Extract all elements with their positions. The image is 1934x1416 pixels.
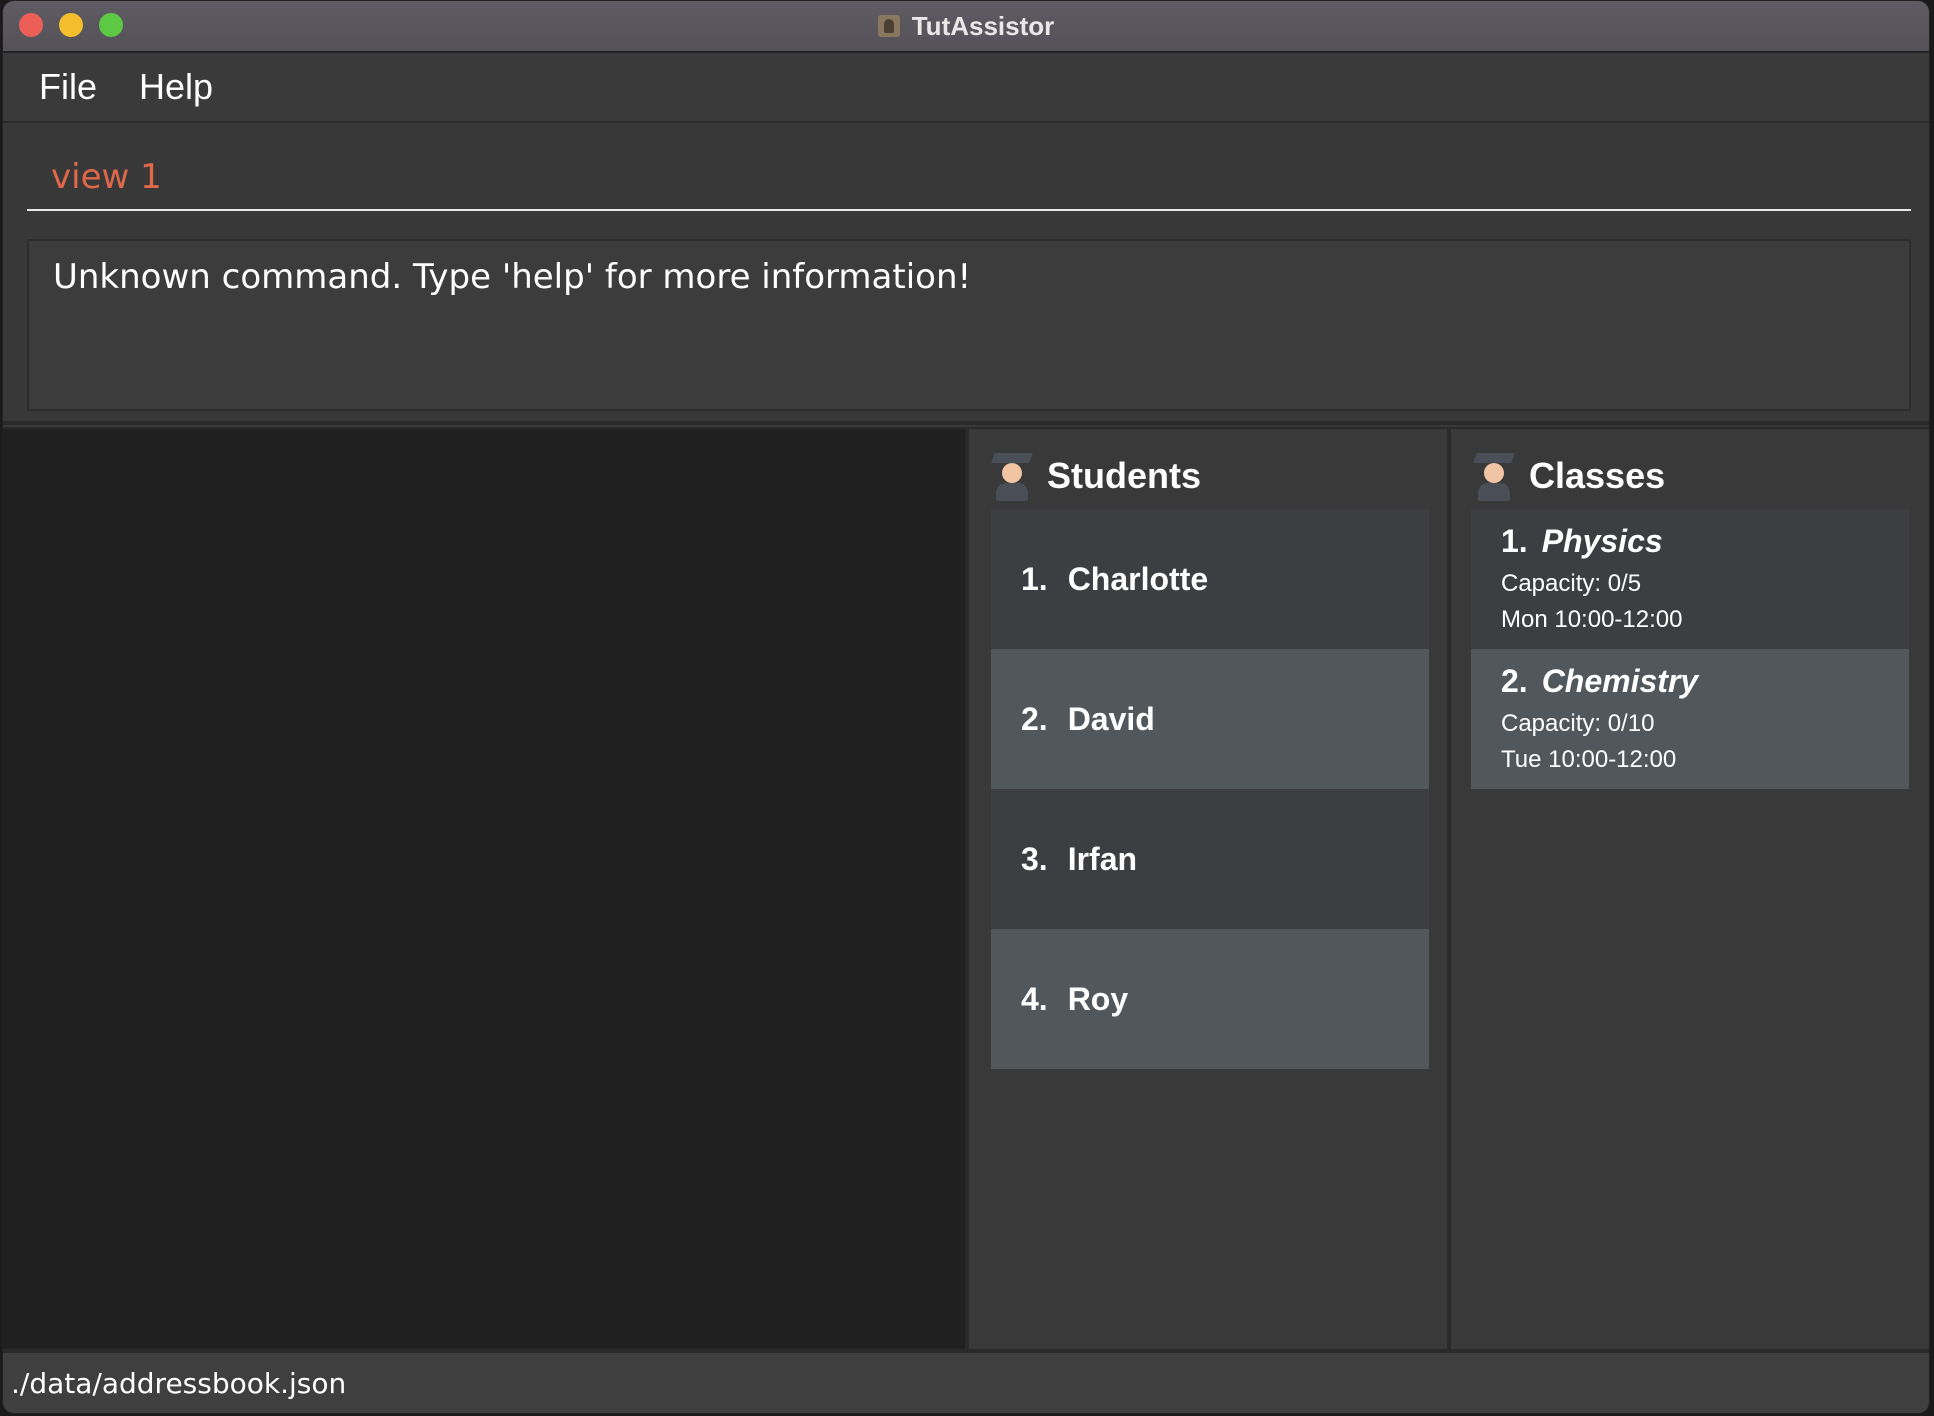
student-name: Irfan <box>1067 840 1138 877</box>
class-index: 2. <box>1501 663 1528 699</box>
classes-title: Classes <box>1529 455 1666 496</box>
student-index: 4. <box>1021 980 1048 1017</box>
main-content: Students 1. Charlotte 2. David 3. Irfan … <box>3 427 1929 1351</box>
class-time: Tue 10:00-12:00 <box>1501 746 1677 773</box>
command-input[interactable] <box>27 145 1911 211</box>
detail-panel <box>3 429 965 1349</box>
student-list-item[interactable]: 3. Irfan <box>991 789 1429 929</box>
status-file-path: ./data/addressbook.json <box>11 1366 347 1400</box>
class-list-item[interactable]: 2. Chemistry Capacity: 0/10 Tue 10:00-12:… <box>1471 649 1909 789</box>
classes-header: Classes <box>1473 451 1666 501</box>
class-name: Physics <box>1541 523 1663 559</box>
menu-file[interactable]: File <box>39 66 97 108</box>
students-panel: Students 1. Charlotte 2. David 3. Irfan … <box>969 429 1447 1349</box>
class-capacity: Capacity: 0/5 <box>1501 570 1642 597</box>
app-window: TutAssistor File Help Unknown command. T… <box>2 0 1930 1414</box>
result-area: Unknown command. Type 'help' for more in… <box>3 229 1929 425</box>
window-title: TutAssistor <box>911 10 1055 41</box>
class-name: Chemistry <box>1541 663 1699 699</box>
students-header: Students <box>991 451 1202 501</box>
class-time: Mon 10:00-12:00 <box>1501 606 1683 633</box>
student-name: David <box>1067 700 1155 737</box>
student-list-item[interactable]: 2. David <box>991 649 1429 789</box>
class-list[interactable]: 1. Physics Capacity: 0/5 Mon 10:00-12:00 … <box>1471 509 1909 789</box>
app-icon <box>877 15 900 37</box>
class-index: 1. <box>1501 523 1528 559</box>
menu-bar: File Help <box>3 53 1929 123</box>
class-list-item[interactable]: 1. Physics Capacity: 0/5 Mon 10:00-12:00 <box>1471 509 1909 649</box>
class-capacity: Capacity: 0/10 <box>1501 710 1655 737</box>
student-index: 2. <box>1021 700 1048 737</box>
status-bar: ./data/addressbook.json <box>3 1351 1929 1413</box>
student-index: 3. <box>1021 840 1048 877</box>
student-graduate-icon <box>991 451 1033 501</box>
class-heading: 1. Physics <box>1501 523 1879 560</box>
student-list[interactable]: 1. Charlotte 2. David 3. Irfan 4. Roy <box>991 509 1429 1069</box>
student-list-item[interactable]: 1. Charlotte <box>991 509 1429 649</box>
classes-panel: Classes 1. Physics Capacity: 0/5 Mon 10:0… <box>1451 429 1929 1349</box>
student-index: 1. <box>1021 560 1048 597</box>
window-title-group: TutAssistor <box>3 1 1929 51</box>
result-display[interactable]: Unknown command. Type 'help' for more in… <box>27 239 1911 411</box>
student-name: Roy <box>1067 980 1129 1017</box>
command-box-area <box>3 125 1929 229</box>
class-graduate-icon <box>1473 451 1515 501</box>
class-heading: 2. Chemistry <box>1501 663 1879 700</box>
title-bar[interactable]: TutAssistor <box>3 1 1929 53</box>
menu-help[interactable]: Help <box>139 66 213 108</box>
student-list-item[interactable]: 4. Roy <box>991 929 1429 1069</box>
student-name: Charlotte <box>1067 560 1209 597</box>
students-title: Students <box>1047 455 1202 496</box>
